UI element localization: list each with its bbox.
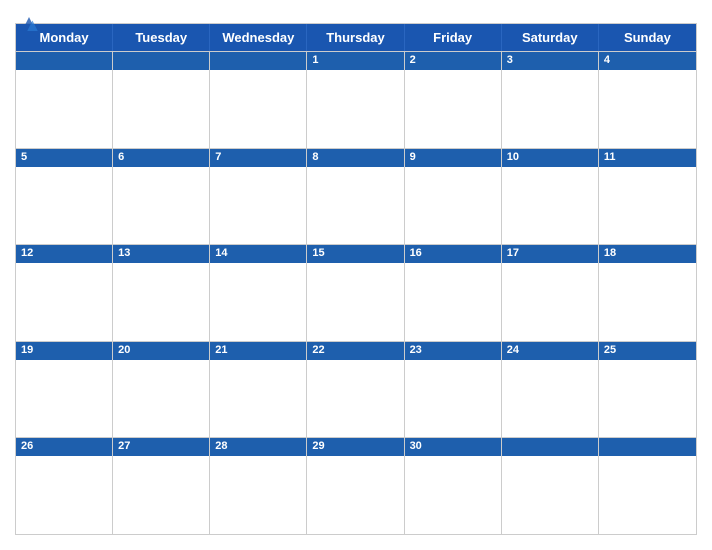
day-cell: 9 (405, 149, 502, 245)
day-cell (113, 52, 210, 148)
day-cell: 2 (405, 52, 502, 148)
day-cell: 16 (405, 245, 502, 341)
day-cell: 6 (113, 149, 210, 245)
week-row-2: 567891011 (16, 148, 696, 245)
day-cell: 5 (16, 149, 113, 245)
day-cell (599, 438, 696, 534)
day-cell: 23 (405, 342, 502, 438)
day-cell: 24 (502, 342, 599, 438)
day-header-wednesday: Wednesday (210, 24, 307, 51)
weeks-container: 1234567891011121314151617181920212223242… (16, 51, 696, 534)
week-row-1: 1234 (16, 51, 696, 148)
day-cell (16, 52, 113, 148)
day-cell: 7 (210, 149, 307, 245)
day-cell: 14 (210, 245, 307, 341)
day-cell: 17 (502, 245, 599, 341)
day-cell: 29 (307, 438, 404, 534)
day-cell: 25 (599, 342, 696, 438)
day-cell: 11 (599, 149, 696, 245)
day-cell: 21 (210, 342, 307, 438)
day-cell (210, 52, 307, 148)
day-cell: 30 (405, 438, 502, 534)
day-cell: 28 (210, 438, 307, 534)
week-row-5: 2627282930 (16, 437, 696, 534)
day-headers-row: MondayTuesdayWednesdayThursdayFridaySatu… (16, 24, 696, 51)
day-cell: 8 (307, 149, 404, 245)
day-cell: 1 (307, 52, 404, 148)
day-cell: 18 (599, 245, 696, 341)
day-cell: 4 (599, 52, 696, 148)
day-cell: 19 (16, 342, 113, 438)
week-row-3: 12131415161718 (16, 244, 696, 341)
day-cell (502, 438, 599, 534)
day-cell: 20 (113, 342, 210, 438)
day-cell: 3 (502, 52, 599, 148)
day-cell: 15 (307, 245, 404, 341)
logo-area (15, 10, 47, 38)
day-cell: 27 (113, 438, 210, 534)
day-cell: 22 (307, 342, 404, 438)
calendar-header (15, 10, 697, 23)
day-header-saturday: Saturday (502, 24, 599, 51)
day-cell: 26 (16, 438, 113, 534)
day-cell: 13 (113, 245, 210, 341)
day-cell: 12 (16, 245, 113, 341)
day-header-friday: Friday (405, 24, 502, 51)
week-row-4: 19202122232425 (16, 341, 696, 438)
calendar-container: MondayTuesdayWednesdayThursdayFridaySatu… (0, 0, 712, 550)
day-header-tuesday: Tuesday (113, 24, 210, 51)
day-cell: 10 (502, 149, 599, 245)
day-header-thursday: Thursday (307, 24, 404, 51)
day-header-sunday: Sunday (599, 24, 696, 51)
calendar-grid: MondayTuesdayWednesdayThursdayFridaySatu… (15, 23, 697, 535)
generalblue-logo-icon (15, 10, 43, 38)
